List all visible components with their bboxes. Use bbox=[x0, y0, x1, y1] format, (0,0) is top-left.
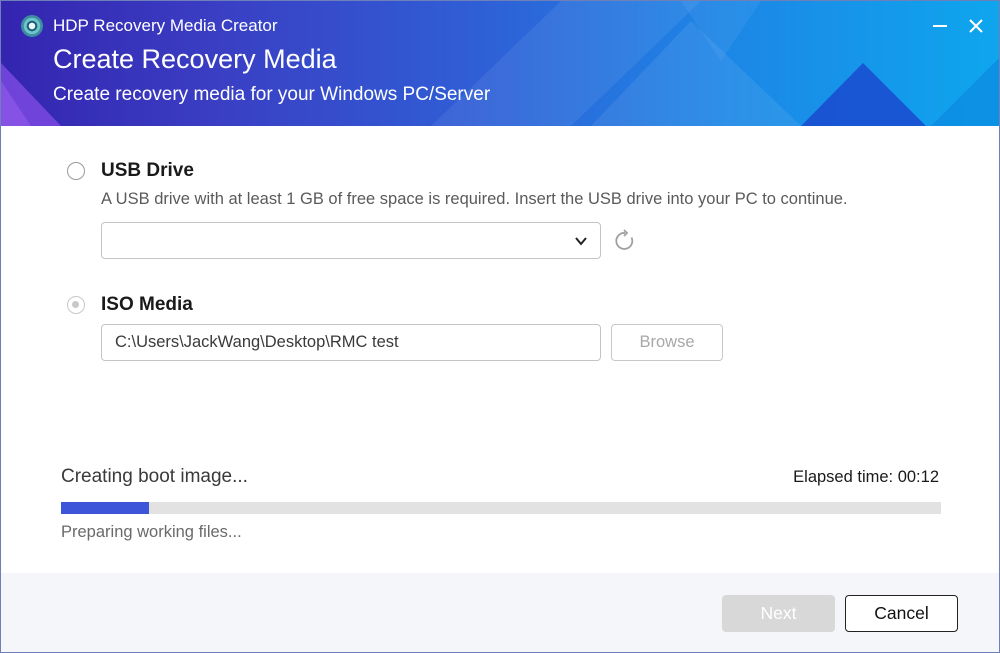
app-title: HDP Recovery Media Creator bbox=[53, 16, 278, 35]
minimize-icon bbox=[933, 25, 947, 27]
progress-bar-fill bbox=[61, 502, 149, 514]
minimize-button[interactable] bbox=[925, 11, 955, 41]
page-subtitle: Create recovery media for your Windows P… bbox=[53, 84, 491, 105]
progress-bar bbox=[61, 502, 941, 514]
chevron-down-icon bbox=[575, 237, 587, 246]
usb-drive-radio[interactable] bbox=[67, 162, 85, 180]
usb-drive-description: A USB drive with at least 1 GB of free s… bbox=[101, 190, 848, 208]
header-banner: HDP Recovery Media Creator Create Recove… bbox=[1, 1, 999, 126]
page-title: Create Recovery Media bbox=[53, 44, 337, 74]
usb-drive-label[interactable]: USB Drive bbox=[101, 160, 194, 182]
elapsed-time: Elapsed time: 00:12 bbox=[793, 468, 939, 486]
usb-drive-dropdown[interactable] bbox=[101, 222, 601, 259]
close-icon bbox=[969, 19, 983, 33]
progress-detail: Preparing working files... bbox=[61, 523, 242, 541]
iso-media-radio[interactable] bbox=[67, 296, 85, 314]
refresh-icon[interactable] bbox=[613, 229, 637, 253]
iso-path-input[interactable] bbox=[101, 324, 601, 361]
progress-status: Creating boot image... bbox=[61, 466, 248, 487]
next-button[interactable]: Next bbox=[722, 595, 835, 632]
cancel-button[interactable]: Cancel bbox=[845, 595, 958, 632]
iso-media-label[interactable]: ISO Media bbox=[101, 294, 193, 316]
recovery-media-window: HDP Recovery Media Creator Create Recove… bbox=[0, 0, 1000, 653]
browse-button[interactable]: Browse bbox=[611, 324, 723, 361]
close-button[interactable] bbox=[961, 11, 991, 41]
app-logo-icon bbox=[21, 15, 43, 37]
footer: Next Cancel bbox=[1, 573, 999, 652]
